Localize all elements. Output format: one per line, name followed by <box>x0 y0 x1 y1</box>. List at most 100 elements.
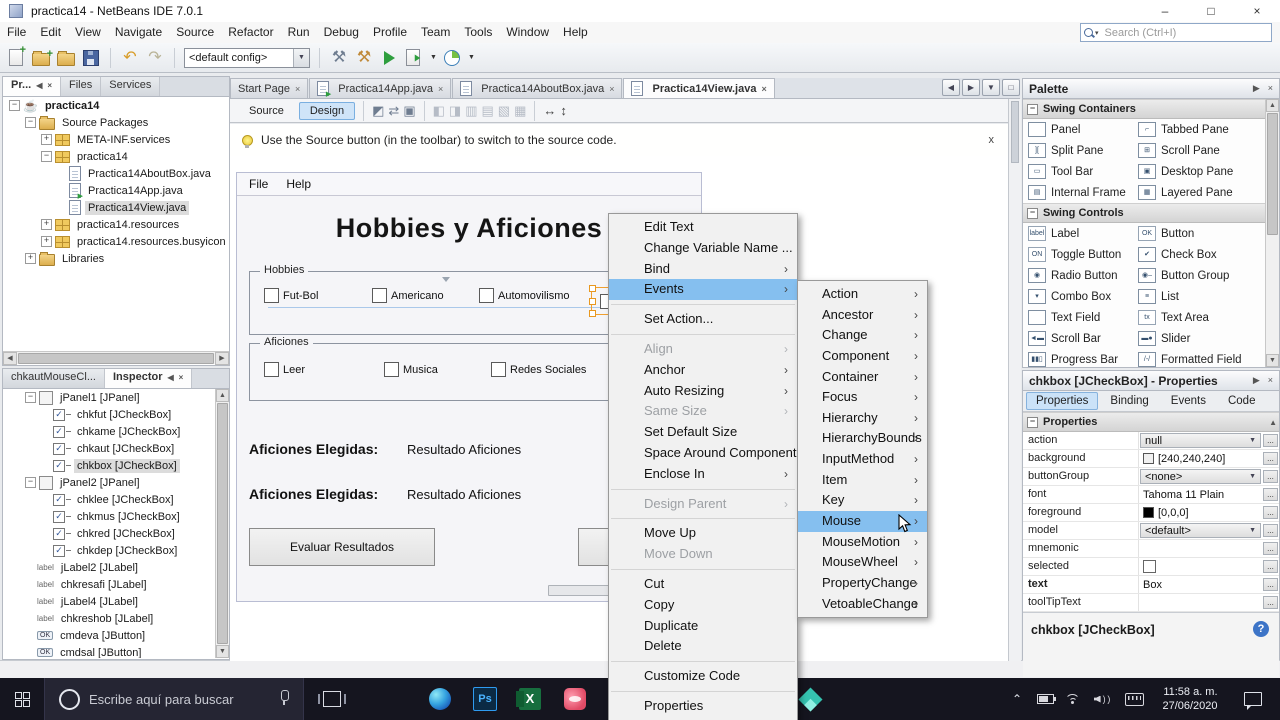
palette-item-panel[interactable]: Panel <box>1023 119 1133 140</box>
tab-scroll-left-icon[interactable]: ◀ <box>942 79 960 96</box>
editor-vscrollbar[interactable] <box>1008 99 1021 661</box>
tree-expander-icon[interactable]: + <box>41 134 52 145</box>
submenu-item-hierarchy[interactable]: Hierarchy › <box>798 408 927 429</box>
palette-close-icon[interactable]: × <box>1268 83 1273 94</box>
tray-expand-button[interactable]: ⌃ <box>1005 678 1029 720</box>
maximize-editor-icon[interactable]: □ <box>1002 79 1020 96</box>
undo-icon[interactable]: ↶ <box>120 48 140 68</box>
ellipsis-button[interactable]: ... <box>1263 578 1278 591</box>
menu-run[interactable]: Run <box>281 22 317 43</box>
redo-icon[interactable]: ↷ <box>145 48 165 68</box>
palette-item-split-pane[interactable]: ][Split Pane <box>1023 140 1133 161</box>
context-menu-item-enclose-in[interactable]: Enclose In › <box>609 464 797 485</box>
wifi-button[interactable] <box>1060 678 1086 720</box>
inspector-tree-node[interactable]: − jPanel1 [JPanel] <box>3 389 215 406</box>
tab-list-icon[interactable]: ▼ <box>982 79 1000 96</box>
context-menu-item-edit-text[interactable]: Edit Text <box>609 217 797 238</box>
tree-expander-icon[interactable]: − <box>25 117 36 128</box>
tab-scroll-right-icon[interactable]: ▶ <box>962 79 980 96</box>
ellipsis-button[interactable]: ... <box>1263 434 1278 447</box>
submenu-item-mousewheel[interactable]: MouseWheel › <box>798 552 927 573</box>
new-file-icon[interactable] <box>6 44 26 68</box>
palette-scroll-up-icon[interactable]: ▲ <box>1266 99 1279 112</box>
projects-tree-node[interactable]: − Source Packages <box>3 114 229 131</box>
palette-item-label[interactable]: label Label <box>1023 223 1133 244</box>
tree-expander-icon[interactable]: + <box>41 236 52 247</box>
inspector-tree-node[interactable]: chkdep [JCheckBox] <box>3 542 215 559</box>
projects-tree-node[interactable]: + practica14.resources <box>3 216 229 233</box>
inspector-tree-node[interactable]: OK cmdeva [JButton] <box>3 627 215 644</box>
submenu-item-item[interactable]: Item › <box>798 470 927 491</box>
evaluate-button[interactable]: Evaluar Resultados <box>249 528 435 566</box>
inspector-tree-node[interactable]: label jLabel2 [JLabel] <box>3 559 215 576</box>
property-value[interactable]: Tahoma 11 Plain <box>1139 486 1262 503</box>
form-checkbox[interactable]: Automovilismo <box>479 288 570 303</box>
context-menu-item-change-variable-name[interactable]: Change Variable Name ... <box>609 238 797 259</box>
properties-close-icon[interactable]: × <box>1268 375 1273 386</box>
palette-item-list[interactable]: ≡ List <box>1133 286 1265 307</box>
properties-tab-code[interactable]: Code <box>1218 392 1266 410</box>
tab-close-icon[interactable]: × <box>761 84 766 94</box>
menu-tools[interactable]: Tools <box>457 22 499 43</box>
context-menu-item-duplicate[interactable]: Duplicate <box>609 616 797 637</box>
inspector-tree-node[interactable]: chkred [JCheckBox] <box>3 525 215 542</box>
palette-scroll-down-icon[interactable]: ▼ <box>1266 354 1279 367</box>
tab-close-icon[interactable]: × <box>438 84 443 94</box>
properties-tab-properties[interactable]: Properties <box>1026 392 1099 410</box>
palette-item-check-box[interactable]: ✔ Check Box <box>1133 244 1265 265</box>
form-checkbox[interactable]: Leer <box>264 362 305 377</box>
property-value[interactable] <box>1139 540 1262 557</box>
design-view-button[interactable]: Design <box>298 101 356 120</box>
palette-item-radio-button[interactable]: ◉ Radio Button <box>1023 265 1133 286</box>
build-project-icon[interactable]: ⚒ <box>329 48 349 68</box>
menu-view[interactable]: View <box>68 22 108 43</box>
open-project-icon[interactable] <box>56 48 76 68</box>
panel-close-icon[interactable]: × <box>179 371 184 384</box>
palette-section-0[interactable]: − Swing Containers <box>1023 99 1265 119</box>
selection-mode-icon[interactable]: ◩ <box>372 103 384 119</box>
ellipsis-button[interactable]: ... <box>1263 506 1278 519</box>
palette-item-internal-frame[interactable]: ▤ Internal Frame <box>1023 182 1133 203</box>
profile-project-icon[interactable] <box>442 48 462 68</box>
editor-tab-2[interactable]: Practica14AboutBox.java × <box>452 78 623 98</box>
palette-item-button-group[interactable]: ◉– Button Group <box>1133 265 1265 286</box>
submenu-item-inputmethod[interactable]: InputMethod › <box>798 449 927 470</box>
palette-item-desktop-pane[interactable]: ▣ Desktop Pane <box>1133 161 1265 182</box>
palette-item-combo-box[interactable]: ▾ Combo Box <box>1023 286 1133 307</box>
profile-caret-icon[interactable]: ▼ <box>468 54 475 61</box>
submenu-item-focus[interactable]: Focus › <box>798 387 927 408</box>
tree-expander-icon[interactable]: + <box>25 253 36 264</box>
collapse-icon[interactable]: − <box>1027 103 1038 115</box>
palette-vscrollbar[interactable]: ▲ ▼ <box>1265 99 1279 367</box>
submenu-item-mousemotion[interactable]: MouseMotion › <box>798 532 927 553</box>
form-checkbox[interactable]: Musica <box>384 362 438 377</box>
minimize-button[interactable]: – <box>1142 0 1188 22</box>
palette-item-toggle-button[interactable]: ON Toggle Button <box>1023 244 1133 265</box>
context-menu-item-set-action[interactable]: Set Action... <box>609 309 797 330</box>
collapse-icon[interactable]: − <box>1027 416 1038 428</box>
ellipsis-button[interactable]: ... <box>1263 596 1278 609</box>
tree-expander-icon[interactable]: + <box>41 219 52 230</box>
inspector-tree-node[interactable]: − jPanel2 [JPanel] <box>3 474 215 491</box>
inspector-tree-node[interactable]: chkmus [JCheckBox] <box>3 508 215 525</box>
projects-tree-node[interactable]: + practica14.resources.busyicon <box>3 233 229 250</box>
form-checkbox[interactable]: Redes Sociales <box>491 362 586 377</box>
debug-project-icon[interactable] <box>404 48 424 68</box>
collapse-icon[interactable]: − <box>1027 207 1038 219</box>
palette-item-scroll-bar[interactable]: ◄▬ Scroll Bar <box>1023 328 1133 349</box>
context-menu-item-events[interactable]: Events › <box>609 279 797 301</box>
battery-button[interactable] <box>1032 678 1058 720</box>
property-value[interactable] <box>1139 594 1262 611</box>
tree-expander-icon[interactable]: − <box>9 100 20 111</box>
tree-expander-icon[interactable]: − <box>25 392 36 403</box>
projects-tab-0[interactable]: Pr... ◀ × <box>3 77 62 96</box>
ellipsis-button[interactable]: ... <box>1263 470 1278 483</box>
inspector-tree-node[interactable]: label chkreshob [JLabel] <box>3 610 215 627</box>
context-menu-item-set-default-size[interactable]: Set Default Size <box>609 422 797 443</box>
projects-tree-node[interactable]: + Libraries <box>3 250 229 267</box>
submenu-item-key[interactable]: Key › <box>798 490 927 511</box>
run-project-icon[interactable] <box>379 48 399 68</box>
projects-tree-node[interactable]: Practica14AboutBox.java <box>3 165 229 182</box>
inspector-tree-node[interactable]: OK cmdsal [JButton] <box>3 644 215 658</box>
ide-search-input[interactable] <box>1102 25 1271 40</box>
